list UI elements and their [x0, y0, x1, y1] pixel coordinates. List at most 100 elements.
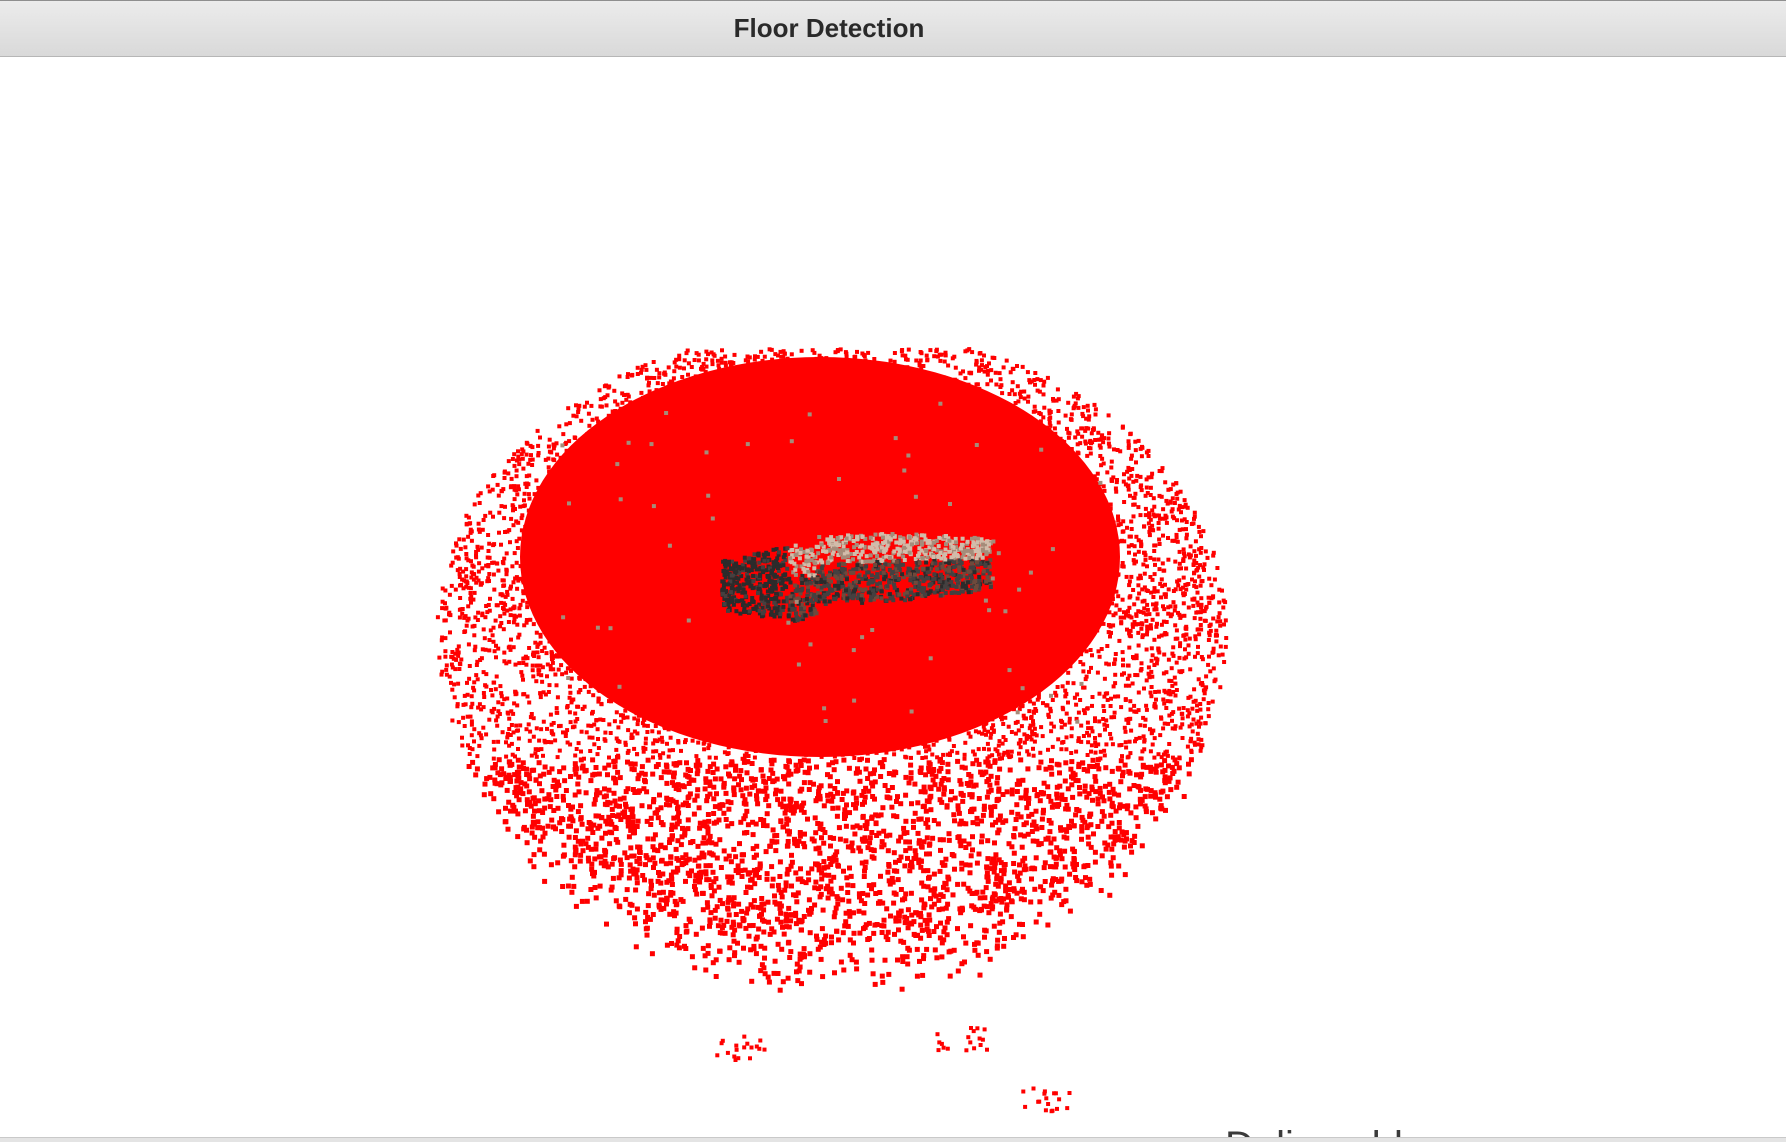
floor-point [793, 870, 799, 876]
floor-point [633, 887, 639, 893]
floor-point [975, 952, 981, 958]
floor-point [812, 350, 817, 355]
floor-point [1148, 555, 1153, 560]
floor-point [931, 929, 937, 934]
floor-point [1043, 836, 1049, 842]
floor-point [883, 738, 888, 743]
floor-point [559, 663, 564, 668]
floor-point [1041, 865, 1047, 871]
floor-point [774, 449, 779, 454]
floor-point [1099, 809, 1105, 815]
floor-point [646, 569, 651, 574]
floor-point [996, 929, 1002, 935]
floor-point [1016, 488, 1021, 493]
floor-point [947, 973, 953, 979]
floor-point [828, 439, 833, 443]
floor-point [938, 732, 943, 737]
floor-point [632, 746, 637, 751]
floor-point [574, 747, 579, 751]
floor-point [738, 768, 744, 774]
floor-point [565, 564, 570, 568]
floor-point [1052, 601, 1057, 606]
floor-point [818, 641, 823, 646]
floor-point [592, 452, 597, 457]
floor-point [978, 614, 983, 619]
floor-point [1051, 485, 1056, 490]
floor-point [1102, 753, 1107, 758]
floor-point [815, 385, 820, 390]
floor-point [932, 508, 936, 512]
floor-point [928, 807, 934, 813]
floor-point [672, 360, 677, 365]
floor-point [711, 811, 717, 816]
floor-point [713, 387, 718, 392]
floor-point [782, 507, 787, 512]
floor-point [550, 624, 554, 629]
floor-point [734, 694, 739, 699]
floor-point [844, 719, 849, 724]
floor-point [491, 739, 496, 744]
floor-point [1027, 709, 1032, 714]
floor-point [1173, 636, 1178, 641]
floor-point [964, 702, 969, 707]
floor-point [924, 669, 928, 674]
floor-point [635, 403, 640, 408]
floor-point [515, 492, 520, 497]
floor-point [472, 502, 477, 507]
floor-point [879, 923, 885, 929]
floor-point [593, 846, 599, 852]
floor-point [488, 510, 493, 515]
floor-point [527, 738, 532, 743]
floor-point [1085, 730, 1090, 735]
floor-point [1200, 609, 1205, 614]
floor-point [916, 750, 921, 755]
floor-point [705, 457, 710, 462]
floor-point [892, 359, 897, 364]
floor-point [932, 377, 936, 382]
floor-point [1068, 417, 1073, 422]
floor-point [737, 365, 742, 370]
floor-point [1077, 785, 1082, 790]
floor-point [591, 801, 597, 807]
floor-point [838, 657, 842, 662]
floor-point [630, 814, 636, 820]
floor-point [695, 843, 701, 849]
floor-point [931, 871, 937, 877]
floor-point [960, 686, 964, 691]
floor-point [1201, 697, 1206, 702]
floor-point [1037, 899, 1043, 905]
floor-point [1097, 719, 1102, 724]
floor-point [661, 442, 666, 447]
floor-point [790, 692, 795, 697]
floor-point [1142, 571, 1147, 576]
floor-point [728, 660, 733, 665]
floor-point [739, 852, 745, 858]
floor-point [858, 448, 863, 453]
floor-point [1056, 762, 1062, 768]
floor-point [551, 446, 556, 451]
floor-point [866, 610, 871, 615]
floor-point [1110, 545, 1115, 550]
floor-point [621, 702, 626, 707]
floor-point [625, 664, 630, 669]
floor-point [1078, 648, 1083, 653]
floor-point [663, 430, 667, 435]
floor-point [588, 778, 594, 784]
point-cloud-canvas[interactable] [0, 57, 1786, 1137]
floor-point [587, 461, 592, 466]
floor-point [1131, 514, 1136, 519]
floor-point [466, 604, 471, 609]
floor-point [637, 442, 642, 447]
floor-point [946, 831, 952, 837]
floor-point [666, 623, 671, 628]
floor-point [1084, 616, 1089, 621]
floor-point [1199, 715, 1204, 720]
floor-point [693, 493, 698, 498]
floor-point [1036, 765, 1042, 771]
title-bar[interactable]: Floor Detection [0, 0, 1786, 57]
floor-point [891, 850, 897, 856]
floor-point [1110, 855, 1116, 861]
floor-point [950, 627, 955, 632]
point-cloud-viewport[interactable] [0, 57, 1786, 1137]
floor-point [1036, 520, 1041, 525]
